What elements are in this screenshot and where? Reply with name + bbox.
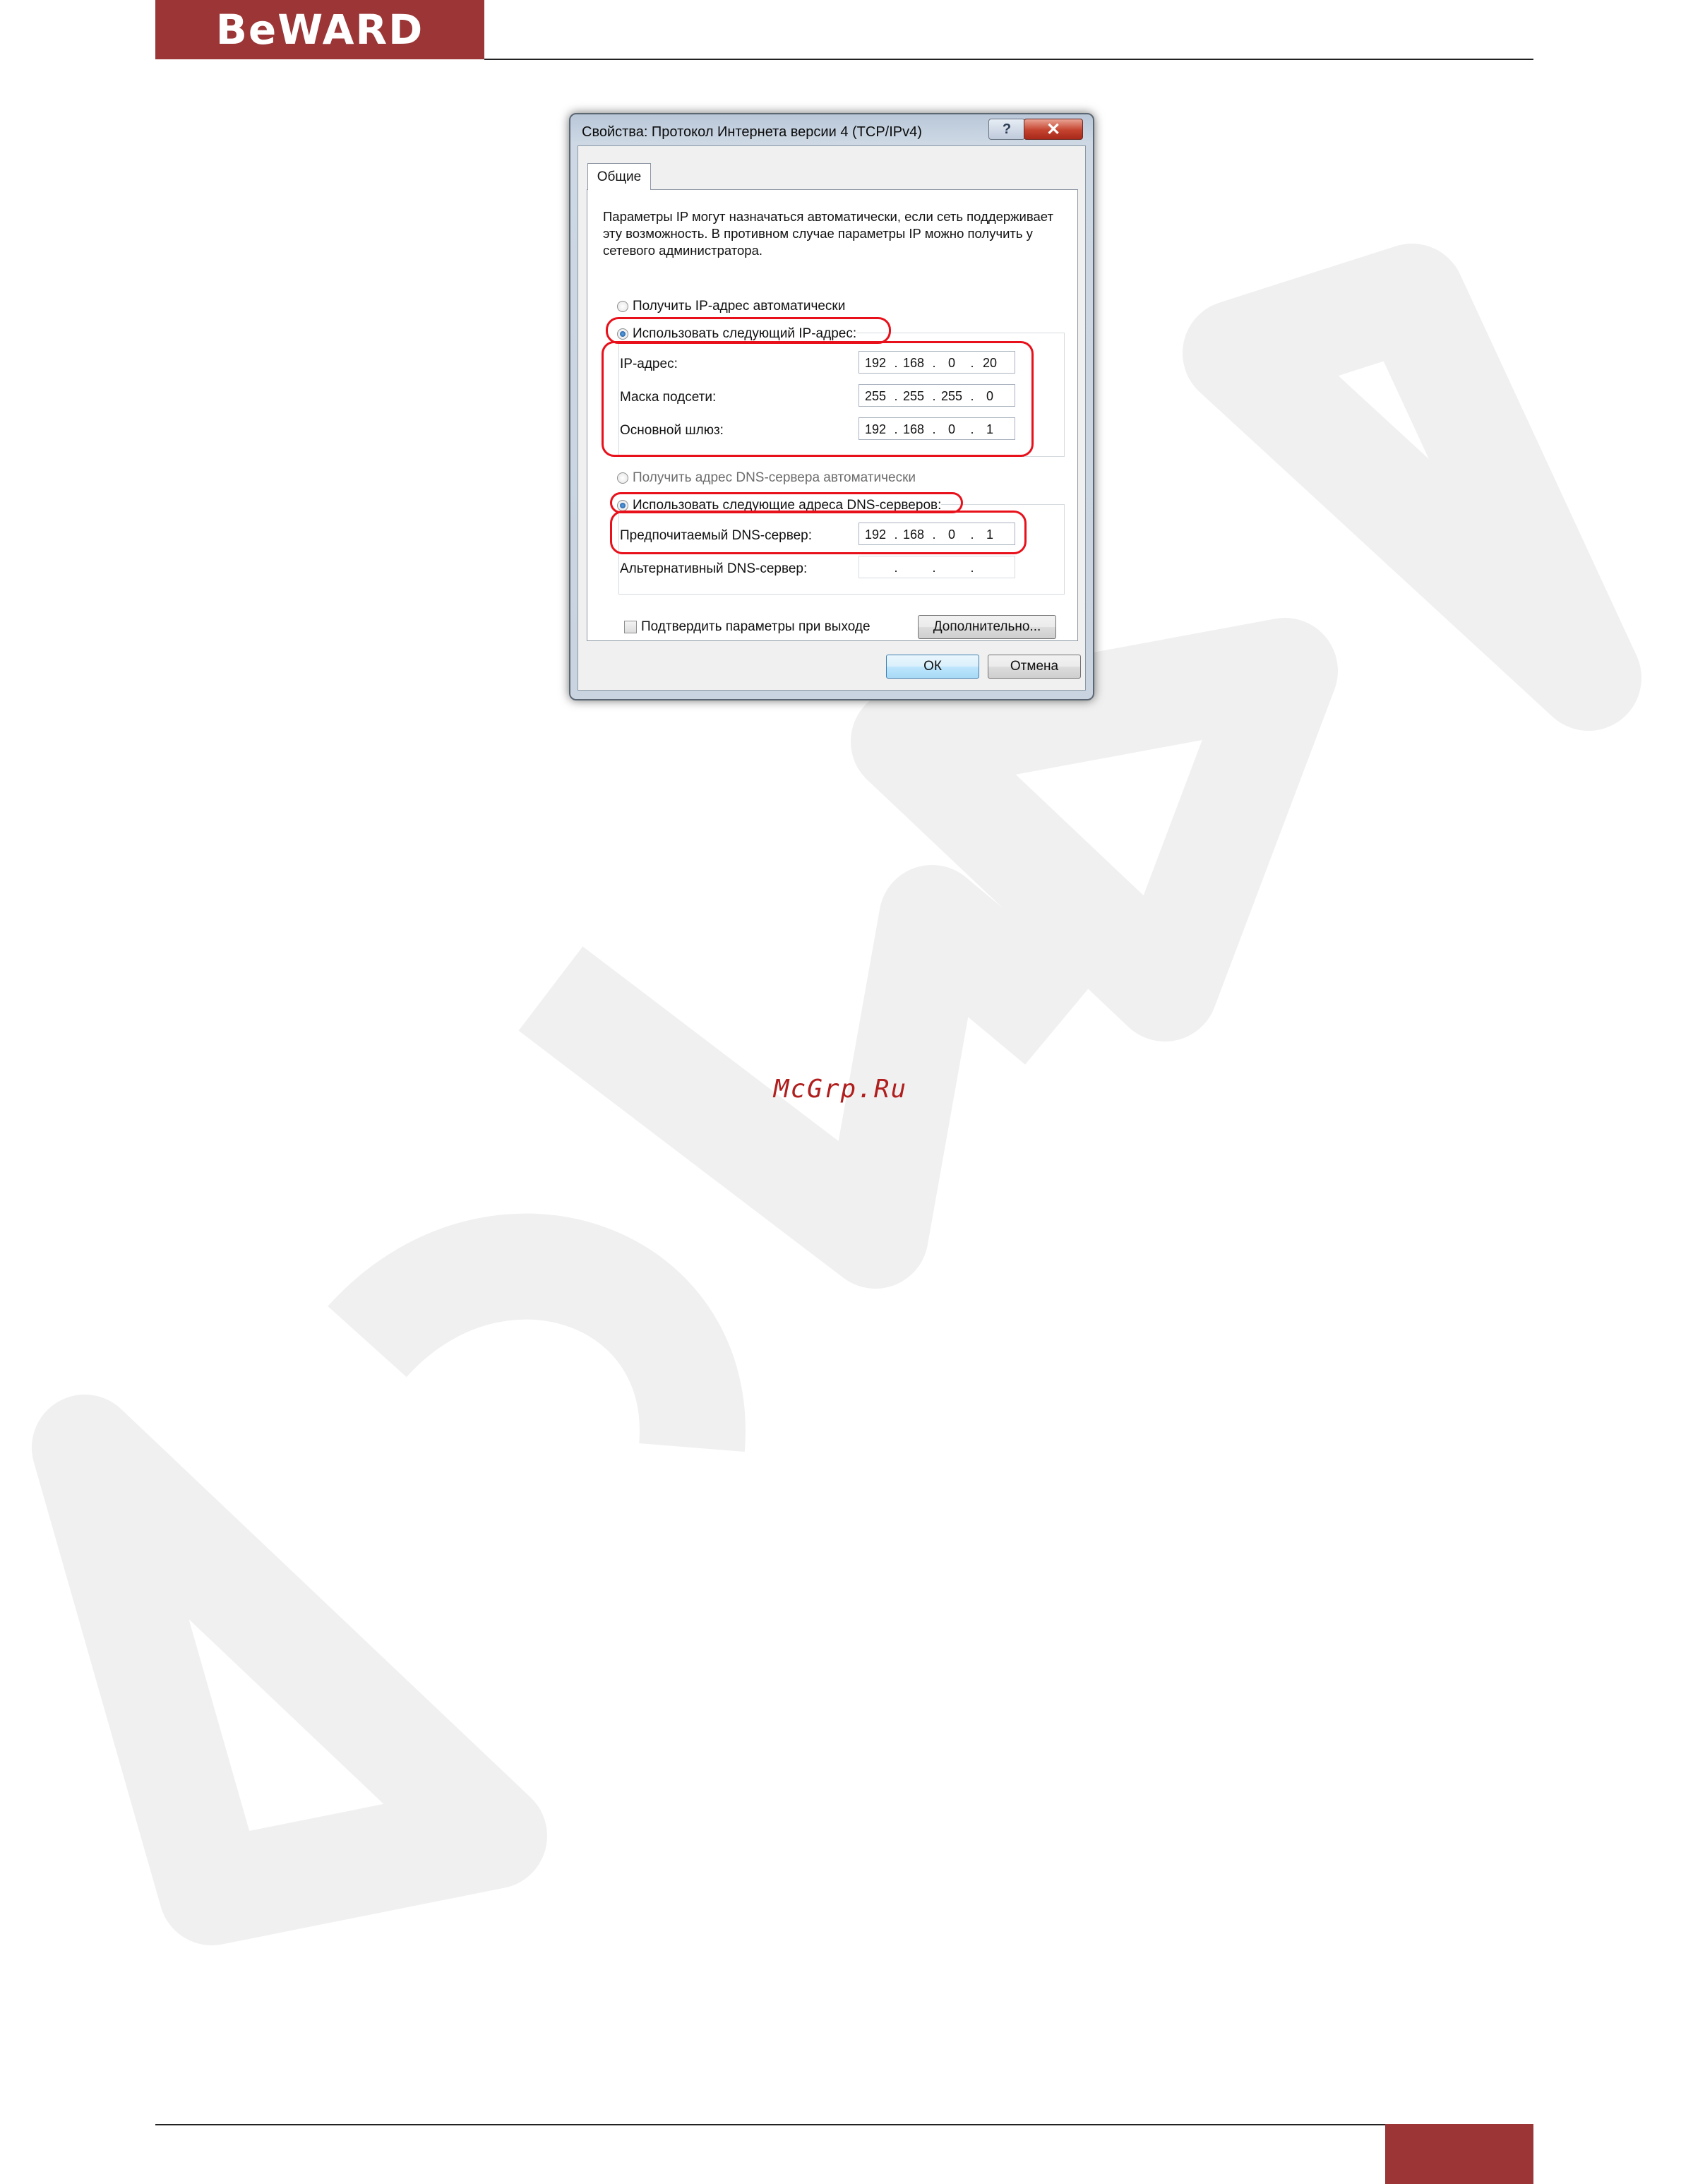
validate-on-exit-row[interactable]: Подтвердить параметры при выходе xyxy=(624,619,871,635)
footer-rule xyxy=(155,2124,1385,2125)
dialog-client-area: Общие Параметры IP могут назначаться авт… xyxy=(578,145,1086,691)
beward-logo: BeWARD xyxy=(215,6,424,54)
tab-general[interactable]: Общие xyxy=(587,163,651,190)
octet-dot: . xyxy=(894,561,898,575)
tcpip-properties-dialog: Свойства: Протокол Интернета версии 4 (T… xyxy=(569,113,1094,700)
ip-auto-radio[interactable] xyxy=(617,301,628,312)
description-text: Параметры IP могут назначаться автоматич… xyxy=(603,209,1053,258)
ip-auto-radio-row[interactable]: Получить IP-адрес автоматически xyxy=(617,299,845,314)
site-watermark-link[interactable]: McGrp.Ru xyxy=(0,1075,1681,1104)
footer-brand-tab xyxy=(1385,2124,1533,2184)
validate-on-exit-checkbox[interactable] xyxy=(624,621,637,633)
ok-button[interactable]: ОК xyxy=(886,655,979,679)
dns-auto-label: Получить адрес DNS-сервера автоматически xyxy=(633,470,916,485)
header-rule xyxy=(484,59,1533,60)
close-button[interactable]: ✕ xyxy=(1024,119,1083,140)
validate-on-exit-label: Подтвердить параметры при выходе xyxy=(641,619,871,634)
dns-auto-radio[interactable] xyxy=(617,472,628,484)
alternate-dns-input[interactable]: . . . xyxy=(859,556,1015,578)
alternate-dns-label: Альтернативный DNS-сервер: xyxy=(620,561,808,576)
help-button[interactable]: ? xyxy=(988,119,1025,140)
highlight-ip-fields xyxy=(602,341,1034,457)
octet-dot: . xyxy=(970,561,974,575)
dns-auto-radio-row[interactable]: Получить адрес DNS-сервера автоматически xyxy=(617,470,916,486)
octet-dot: . xyxy=(932,561,936,575)
advanced-button[interactable]: Дополнительно... xyxy=(918,615,1056,639)
highlight-ip-manual xyxy=(606,317,891,344)
highlight-dns-fields xyxy=(610,511,1027,554)
general-tab-panel: Параметры IP могут назначаться автоматич… xyxy=(587,189,1078,641)
ip-auto-label: Получить IP-адрес автоматически xyxy=(633,299,846,314)
cancel-button[interactable]: Отмена xyxy=(988,655,1081,679)
dialog-title: Свойства: Протокол Интернета версии 4 (T… xyxy=(582,124,922,140)
